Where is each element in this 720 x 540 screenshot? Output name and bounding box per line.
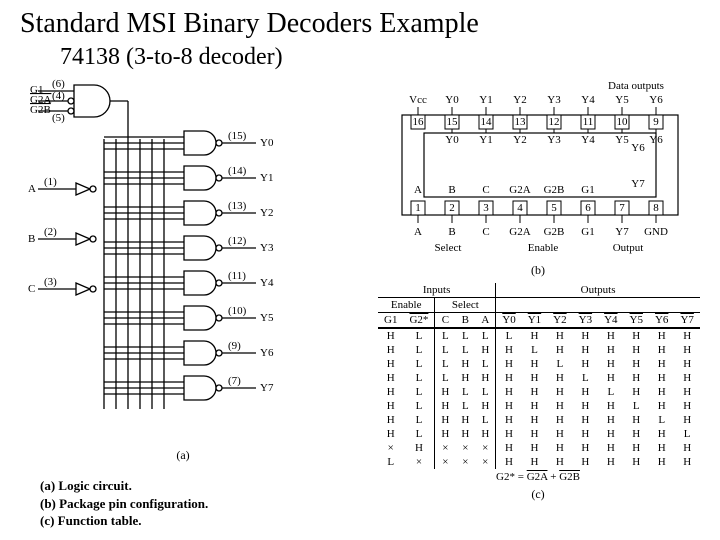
svg-text:A: A [414, 184, 422, 196]
svg-text:Y3: Y3 [547, 134, 561, 146]
svg-text:Y7: Y7 [260, 382, 274, 394]
svg-text:16: 16 [413, 116, 425, 128]
group-output: Output [613, 242, 644, 254]
svg-text:(13): (13) [228, 200, 247, 212]
svg-text:8: 8 [653, 202, 659, 214]
svg-text:2: 2 [449, 202, 455, 214]
svg-text:9: 9 [653, 116, 659, 128]
svg-text:Vcc: Vcc [409, 94, 427, 106]
svg-text:Y2: Y2 [260, 207, 273, 219]
svg-text:15: 15 [447, 116, 459, 128]
label-c: C [28, 283, 35, 295]
page-title: Standard MSI Binary Decoders Example [0, 0, 720, 42]
svg-text:Y4: Y4 [260, 277, 274, 289]
svg-text:C: C [482, 226, 489, 238]
svg-text:Y2: Y2 [513, 94, 526, 106]
svg-text:C: C [482, 184, 489, 196]
group-enable: Enable [528, 242, 559, 254]
svg-text:14: 14 [481, 116, 493, 128]
svg-text:Y2: Y2 [513, 134, 526, 146]
caption-b: (b) Package pin configuration. [40, 495, 208, 513]
svg-text:Y1: Y1 [260, 172, 273, 184]
hdr-inputs: Inputs [378, 283, 496, 298]
figure-stage: G1 G2A G2B (6) (4) (5) A [0, 79, 720, 499]
caption-c: (c) Function table. [40, 512, 208, 530]
svg-text:G2A: G2A [509, 226, 530, 238]
svg-text:A: A [414, 226, 422, 238]
svg-text:(14): (14) [228, 165, 247, 177]
logic-circuit-svg: G1 G2A G2B (6) (4) (5) A [28, 79, 338, 439]
svg-text:Y4: Y4 [581, 134, 595, 146]
svg-text:(7): (7) [228, 375, 241, 387]
pin-6: (6) [52, 79, 65, 90]
svg-text:Y0: Y0 [445, 134, 459, 146]
pin-5: (5) [52, 112, 65, 124]
svg-text:Y0: Y0 [445, 94, 459, 106]
hdr-enable: Enable [378, 298, 435, 313]
pin-4: (4) [52, 90, 65, 102]
data-outputs-header: Data outputs [608, 80, 664, 92]
panel-function-table: Inputs Outputs Enable Select G1G2*CBAY0Y… [378, 279, 698, 489]
svg-text:(15): (15) [228, 130, 247, 142]
panel-pin-config: Data outputs Vcc16Y015Y0Y114Y1Y213Y2Y312… [378, 79, 698, 269]
svg-text:Y7: Y7 [615, 226, 629, 238]
svg-text:6: 6 [585, 202, 591, 214]
svg-text:Y3: Y3 [260, 242, 274, 254]
svg-text:GND: GND [644, 226, 668, 238]
svg-text:Y5: Y5 [615, 134, 629, 146]
label-a: A [28, 183, 36, 195]
svg-text:Y5: Y5 [615, 94, 629, 106]
svg-text:7: 7 [619, 202, 625, 214]
svg-text:G1: G1 [581, 184, 594, 196]
svg-text:(12): (12) [228, 235, 247, 247]
svg-text:Y4: Y4 [581, 94, 595, 106]
panel-b-label: (b) [378, 263, 698, 278]
label-b: B [28, 233, 35, 245]
svg-text:13: 13 [515, 116, 527, 128]
svg-text:Y6: Y6 [631, 142, 645, 154]
panel-logic-circuit: G1 G2A G2B (6) (4) (5) A [28, 79, 338, 459]
svg-text:(10): (10) [228, 305, 247, 317]
svg-text:1: 1 [415, 202, 421, 214]
svg-text:Y6: Y6 [649, 134, 663, 146]
svg-text:Y0: Y0 [260, 137, 274, 149]
page-subtitle: 74138 (3-to-8 decoder) [0, 42, 720, 79]
pin-2: (2) [44, 226, 57, 238]
panel-c-label: (c) [378, 487, 698, 502]
caption-a: (a) Logic circuit. [40, 477, 208, 495]
hdr-select: Select [435, 298, 496, 313]
svg-text:Y7: Y7 [631, 178, 645, 190]
svg-text:Y6: Y6 [260, 347, 274, 359]
svg-text:4: 4 [517, 202, 523, 214]
pin-3: (3) [44, 276, 57, 288]
svg-text:5: 5 [551, 202, 557, 214]
svg-text:G2B: G2B [544, 184, 565, 196]
figure-captions: (a) Logic circuit. (b) Package pin confi… [40, 477, 208, 530]
g2star-note: G2* = G2A + G2B [378, 471, 698, 483]
svg-text:B: B [448, 184, 455, 196]
svg-text:G2A: G2A [509, 184, 530, 196]
pin-1: (1) [44, 176, 57, 188]
svg-text:Y1: Y1 [479, 94, 492, 106]
svg-text:Y1: Y1 [479, 134, 492, 146]
svg-text:B: B [448, 226, 455, 238]
svg-text:G1: G1 [581, 226, 594, 238]
panel-a-label: (a) [28, 448, 338, 463]
svg-text:Y6: Y6 [649, 94, 663, 106]
svg-text:Y3: Y3 [547, 94, 561, 106]
svg-text:10: 10 [617, 116, 629, 128]
label-g2b: G2B [30, 104, 51, 116]
function-table: Inputs Outputs Enable Select G1G2*CBAY0Y… [378, 283, 700, 469]
svg-text:12: 12 [549, 116, 560, 128]
svg-text:11: 11 [583, 116, 594, 128]
hdr-outputs: Outputs [496, 283, 700, 298]
svg-text:G2B: G2B [544, 226, 565, 238]
svg-text:(11): (11) [228, 270, 246, 282]
pinout-svg: Data outputs Vcc16Y015Y0Y114Y1Y213Y2Y312… [378, 79, 698, 254]
svg-text:Y5: Y5 [260, 312, 274, 324]
group-select: Select [435, 242, 462, 254]
svg-text:3: 3 [483, 202, 489, 214]
svg-text:(9): (9) [228, 340, 241, 352]
